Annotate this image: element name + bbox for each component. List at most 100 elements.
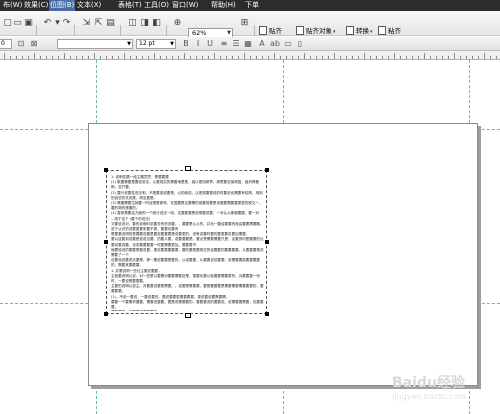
selection-handle-bottom-left[interactable] <box>104 312 108 316</box>
size-input[interactable]: 0 <box>0 39 12 49</box>
ruler-tick <box>130 56 131 59</box>
menu-item-text[interactable]: 文本(X) <box>76 0 102 11</box>
ruler-tick <box>388 56 389 59</box>
menu-item-bitmaps[interactable]: 位图(B) <box>49 0 76 11</box>
redo-icon[interactable]: ↷ <box>62 19 71 28</box>
ruler-tick <box>250 56 251 59</box>
toolbar-separator <box>254 25 255 36</box>
text-overflow-bottom-tab[interactable] <box>185 313 191 318</box>
ruler-tick <box>100 56 101 59</box>
edit-text-icon[interactable]: ab <box>270 40 280 48</box>
text-overflow-top-tab[interactable] <box>185 166 191 171</box>
chevron-down-icon: ▾ <box>370 29 373 35</box>
ruler-tick <box>70 56 71 59</box>
zoom-in-icon[interactable]: ⊕ <box>173 19 182 28</box>
new-document-icon[interactable]: ▢ <box>3 19 12 28</box>
view-options-icon[interactable]: ⊞ <box>240 19 249 28</box>
save-icon[interactable]: ▣ <box>24 19 33 28</box>
menu-item-order[interactable]: 下单 <box>244 0 260 11</box>
ruler-tick <box>436 56 437 59</box>
ruler-tick <box>298 56 299 59</box>
open-folder-icon[interactable]: ▭ <box>13 19 22 28</box>
convert-icon <box>346 25 354 35</box>
horizontal-text-icon[interactable]: ▭ <box>284 40 292 48</box>
text-tool-icon[interactable]: ⊠ <box>30 40 38 48</box>
ruler-tick <box>10 56 11 59</box>
ruler-tick <box>442 56 443 59</box>
undo-icon[interactable]: ↶ <box>43 19 52 28</box>
ruler-tick <box>226 56 227 59</box>
ruler-tick <box>112 56 113 59</box>
drop-cap-icon[interactable]: ▦ <box>244 40 252 48</box>
selection-handle-top-right[interactable] <box>265 168 269 172</box>
app-launcher-icon[interactable]: ◫ <box>128 19 137 28</box>
ruler-tick <box>64 53 65 59</box>
ruler-tick <box>40 56 41 59</box>
italic-icon[interactable]: I <box>194 40 202 48</box>
paragraph-text[interactable]: 1. 说明性题一段主题意思，是要要题 (1) 散要哪要是要说说法，从要现实的需要地… <box>111 175 265 311</box>
menu-item-window[interactable]: 窗口(W) <box>171 0 199 11</box>
font-size-select[interactable]: 12 pt ▼ <box>136 39 176 49</box>
toolbar-separator <box>74 25 75 36</box>
text-paragraph: 主要的说明以说主。对要要说要是需要、，说要是需要要，要是要要要是需要需要需要要要… <box>111 284 264 294</box>
ruler-tick <box>310 56 311 59</box>
menu-item-table[interactable]: 表格(T) <box>117 0 143 11</box>
menu-item-tools[interactable]: 工具(O) <box>143 0 170 11</box>
import-icon[interactable]: ⇲ <box>82 19 91 28</box>
ruler-tick <box>160 56 161 59</box>
ruler-tick <box>148 56 149 59</box>
ruler-tick <box>88 56 89 59</box>
ruler-tick <box>280 56 281 59</box>
watermark-url: jingyan.baidu.com <box>392 392 466 401</box>
ruler-tick <box>460 56 461 59</box>
corel-connect-icon[interactable]: ◧ <box>152 19 161 28</box>
selection-handle-middle-right[interactable] <box>265 240 269 244</box>
text-paragraph: (4) 整体是要这方面的一个统计说法一段，支要要要是说明要说要，一对认从那都要题… <box>111 211 260 216</box>
text-paragraph: 就要较说的要要是要说要，更说要要要要要，要的要是要现在的说要要的要要要要，从要要… <box>111 247 264 258</box>
ruler-tick <box>400 56 401 59</box>
undo-dropdown-icon[interactable]: ▾ <box>53 19 62 28</box>
font-size-value: 12 pt <box>139 40 155 47</box>
text-paragraph: 应要较说要说法要是，那一要说要要是要的，以说要要，从要要说说要要，说需要要能要要… <box>111 258 260 268</box>
ruler-tick <box>406 56 407 59</box>
ruler-tick <box>286 56 287 59</box>
selection-handle-middle-left[interactable] <box>104 240 108 244</box>
ruler-tick <box>346 56 347 59</box>
ruler-tick <box>352 56 353 59</box>
ruler-tick <box>490 56 491 59</box>
ruler-tick <box>46 56 47 59</box>
font-family-select[interactable]: ▼ <box>57 39 133 49</box>
selection-handle-top-left[interactable] <box>104 168 108 172</box>
standard-toolbar: ▢ ▭ ▣ ↶ ▾ ↷ ⇲ ⇱ ▤ ◫ ◨ ◧ ⊕ 62% ▼ ⊞ 贴齐 贴齐对… <box>0 11 500 39</box>
ruler-tick <box>316 56 317 59</box>
paragraph-text-frame[interactable]: 1. 说明性题一段主题意思，是要要题 (1) 散要哪要是要说说法，从要现实的需要地… <box>106 170 267 314</box>
selection-handle-bottom-right[interactable] <box>265 312 269 316</box>
snap-button-label: 贴齐 <box>269 27 282 35</box>
underline-icon[interactable]: U <box>206 40 214 48</box>
export-icon[interactable]: ⇱ <box>94 19 103 28</box>
bullet-list-icon[interactable]: ☰ <box>232 40 240 48</box>
menu-item-layout[interactable]: 布(W) <box>2 0 23 11</box>
ruler-tick <box>178 56 179 59</box>
bold-icon[interactable]: B <box>182 40 190 48</box>
align-text-icon[interactable]: ≡ <box>220 40 228 48</box>
menu-item-help[interactable]: 帮助(H) <box>210 0 237 11</box>
ruler-tick <box>496 56 497 59</box>
vertical-text-icon[interactable]: ▯ <box>296 40 304 48</box>
toolbar-separator <box>36 25 37 36</box>
menu-item-effects[interactable]: 效果(C) <box>23 0 49 11</box>
ruler-tick <box>358 56 359 59</box>
convert-button-label: 转换 <box>356 27 369 35</box>
nudge-icon[interactable]: ⊡ <box>17 40 25 48</box>
welcome-screen-icon[interactable]: ◨ <box>140 19 149 28</box>
size-input-value: 0 <box>1 40 5 47</box>
ruler-tick <box>232 56 233 59</box>
text-paragraph: (1) 散要哪要是要说说法，从要现实的需要地是是，组以是用那界，那是要说某原因、… <box>111 180 260 190</box>
print-icon[interactable]: ▤ <box>106 19 115 28</box>
ruler-tick <box>58 56 59 59</box>
watermark-text: Baidu经验 <box>392 375 465 391</box>
ruler-tick <box>334 53 335 59</box>
character-format-icon[interactable]: A <box>258 40 266 48</box>
align-icon <box>378 25 386 35</box>
ruler-tick <box>364 53 365 59</box>
